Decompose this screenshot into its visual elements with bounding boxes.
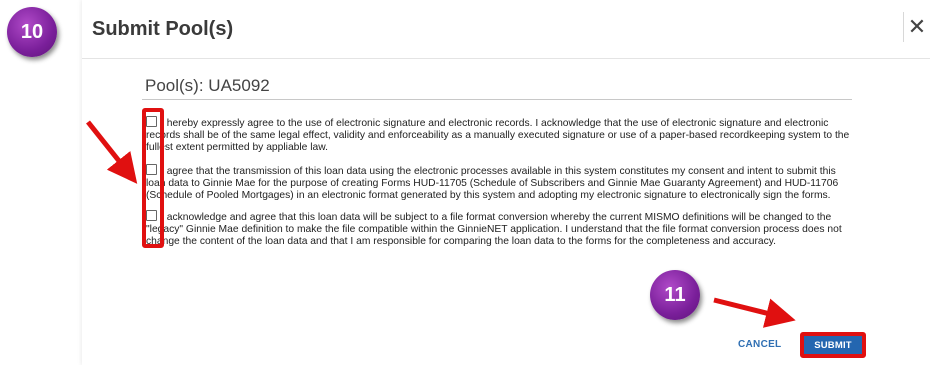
agreement-transmission: I agree that the transmission of this lo… [146, 164, 854, 202]
agreement-text-3: I acknowledge and agree that this loan d… [146, 212, 842, 247]
agreement-esignature: I hereby expressly agree to the use of e… [146, 116, 854, 154]
agreement-conversion: I acknowledge and agree that this loan d… [146, 210, 854, 248]
close-icon[interactable]: ✕ [903, 12, 930, 42]
submit-pools-dialog: Submit Pool(s) ✕ Pool(s): UA5092 I hereb… [82, 0, 930, 365]
pool-divider [142, 99, 852, 100]
submit-highlight-box [800, 332, 866, 358]
dialog-title: Submit Pool(s) [92, 18, 234, 40]
step-badge-11: 11 [650, 270, 700, 320]
agreement-text-1: I hereby expressly agree to the use of e… [146, 118, 850, 153]
pool-id-label: Pool(s): UA5092 [145, 76, 270, 95]
checkbox-highlight-box [142, 108, 164, 248]
agreement-text-2: I agree that the transmission of this lo… [146, 166, 839, 201]
cancel-button[interactable]: CANCEL [738, 339, 781, 350]
header-divider [82, 58, 930, 59]
step-badge-10: 10 [7, 7, 57, 57]
